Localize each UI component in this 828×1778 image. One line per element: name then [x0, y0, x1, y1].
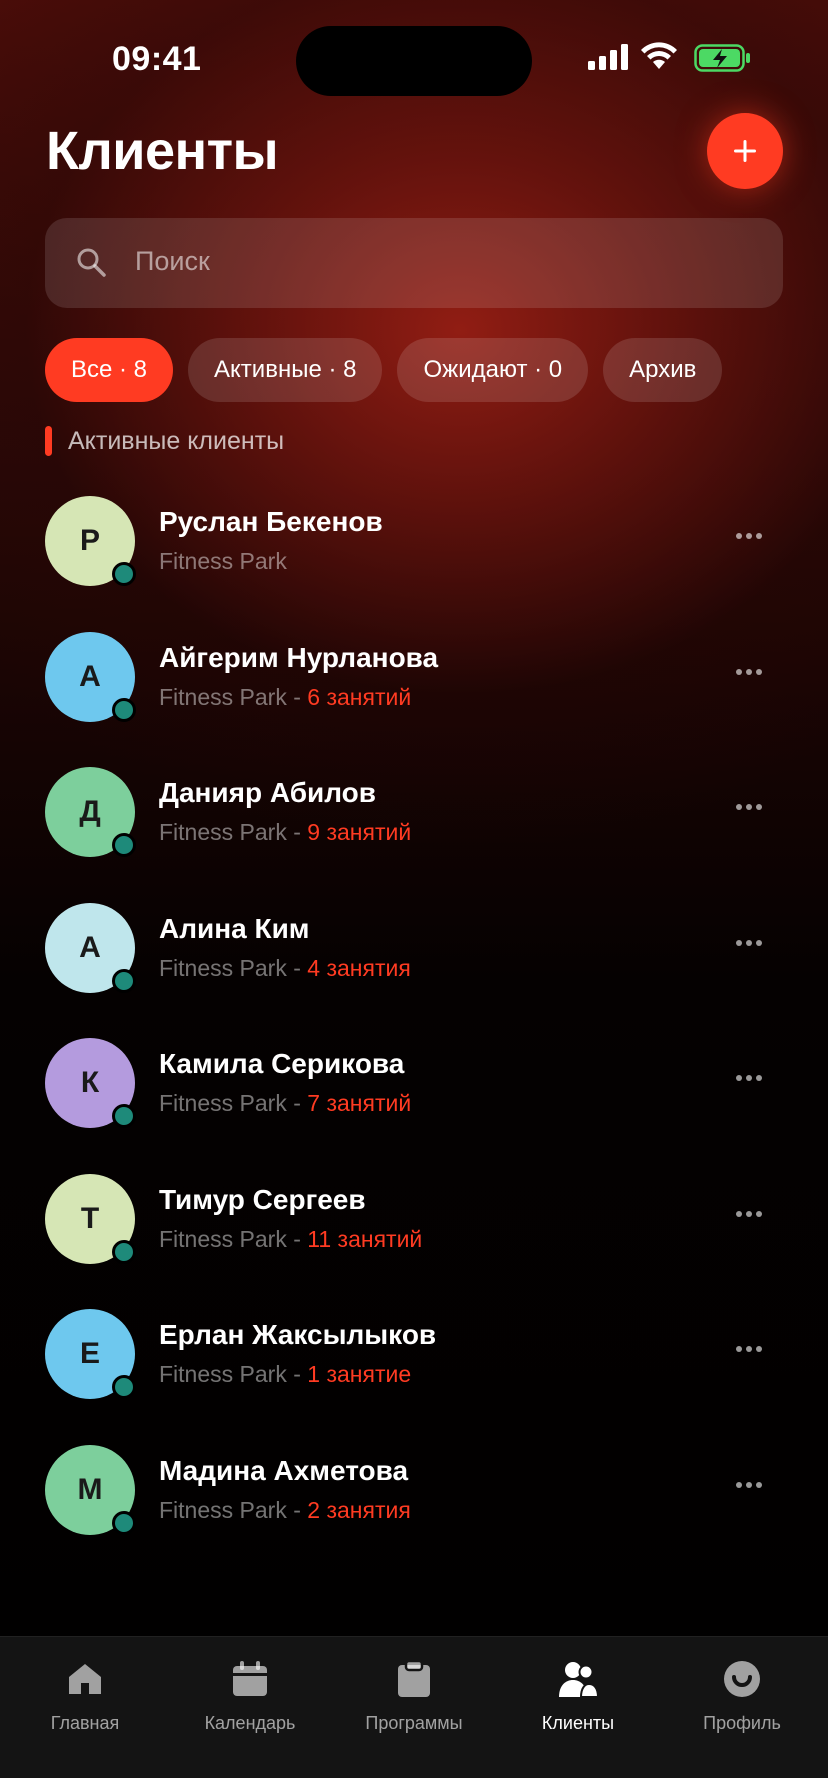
battery-icon: [694, 44, 750, 72]
client-row[interactable]: Т Тимур Сергеев Fitness Park - 11 заняти…: [0, 1168, 828, 1304]
client-subtitle: Fitness Park - 11 занятий: [159, 1225, 423, 1252]
client-subtitle: Fitness Park - 1 занятие: [159, 1361, 412, 1387]
client-session-count: 11 занятий: [307, 1225, 423, 1252]
client-subtitle: Fitness Park - 7 занятий: [159, 1090, 412, 1116]
client-row[interactable]: А Айгерим Нурланова Fitness Park - 6 зан…: [0, 626, 828, 762]
signal-icon: [588, 44, 628, 70]
client-name: Тимур Сергеев: [159, 1183, 366, 1215]
more-options-icon[interactable]: [736, 933, 764, 953]
client-subtitle: Fitness Park - 6 занятий: [159, 683, 412, 710]
search-field[interactable]: Поиск: [45, 218, 783, 308]
tab-label: Главная: [50, 1713, 120, 1733]
more-options-icon[interactable]: [736, 1204, 764, 1224]
client-gym: Fitness Park: [159, 954, 287, 981]
client-subtitle: Fitness Park: [159, 548, 287, 575]
calendar-icon: [233, 1661, 267, 1696]
client-row[interactable]: Р Руслан Бекенов Fitness Park: [0, 490, 828, 626]
search-icon: [77, 248, 106, 277]
filter-chip-pending[interactable]: Ожидают · 0: [397, 338, 589, 402]
add-client-button[interactable]: [707, 113, 783, 189]
client-gym: Fitness Park: [159, 1361, 287, 1387]
more-options-icon[interactable]: [736, 1475, 764, 1495]
wifi-icon: [641, 42, 677, 69]
filter-chips: Все · 8 Активные · 8 Ожидают · 0 Архив: [45, 338, 723, 402]
client-gym: Fitness Park: [159, 1225, 287, 1252]
filter-chip-all[interactable]: Все · 8: [45, 338, 174, 402]
client-row[interactable]: Д Данияр Абилов Fitness Park - 9 занятий: [0, 761, 828, 897]
tab-bar: Главная Календарь Программы Клиенты Проф…: [0, 1636, 828, 1778]
more-options-icon[interactable]: [736, 797, 764, 817]
tab-home[interactable]: Главная: [10, 1657, 160, 1734]
tab-calendar[interactable]: Календарь: [175, 1657, 325, 1734]
tab-label: Программы: [365, 1713, 463, 1733]
page-title: Клиенты: [46, 121, 279, 181]
client-list: Р Руслан Бекенов Fitness Park А Айгерим …: [0, 490, 828, 1574]
client-session-count: 2 занятия: [307, 1496, 411, 1523]
client-name: Руслан Бекенов: [159, 506, 383, 537]
tab-label: Профиль: [703, 1713, 781, 1733]
client-session-count: 7 занятий: [307, 1090, 412, 1116]
plus-icon: [734, 140, 756, 162]
more-options-icon[interactable]: [736, 1068, 764, 1088]
client-gym: Fitness Park: [159, 1090, 287, 1116]
section-header: Активные клиенты: [45, 426, 284, 456]
home-icon: [69, 1664, 101, 1694]
status-bar: 09:41: [0, 0, 828, 110]
client-name: Камила Серикова: [159, 1048, 405, 1079]
more-options-icon[interactable]: [736, 662, 764, 682]
tab-label: Календарь: [204, 1713, 296, 1733]
client-name: Айгерим Нурланова: [159, 641, 439, 673]
client-session-count: 9 занятий: [307, 819, 412, 845]
online-status-dot: [112, 1239, 136, 1264]
client-gym: Fitness Park: [159, 819, 287, 845]
tab-clients[interactable]: Клиенты: [503, 1657, 653, 1734]
more-options-icon[interactable]: [736, 526, 764, 546]
tab-profile[interactable]: Профиль: [667, 1657, 817, 1734]
client-session-count: 1 занятие: [307, 1361, 412, 1387]
client-row[interactable]: А Алина Ким Fitness Park - 4 занятия: [0, 897, 828, 1033]
online-status-dot: [112, 833, 136, 857]
filter-chip-active[interactable]: Активные · 8: [188, 338, 383, 402]
clipboard-icon: [398, 1660, 430, 1697]
client-session-count: 6 занятий: [307, 683, 412, 710]
status-time: 09:41: [112, 40, 202, 78]
filter-chip-archive[interactable]: Архив: [603, 338, 723, 402]
online-status-dot: [112, 1375, 136, 1399]
client-subtitle: Fitness Park - 2 занятия: [159, 1496, 411, 1523]
tab-label: Клиенты: [541, 1713, 615, 1733]
profile-icon: [724, 1661, 760, 1697]
tab-programs[interactable]: Программы: [339, 1657, 489, 1734]
online-status-dot: [112, 1510, 136, 1535]
client-gym: Fitness Park: [159, 548, 287, 574]
client-gym: Fitness Park: [159, 1496, 287, 1523]
section-title: Активные клиенты: [68, 426, 285, 455]
client-name: Алина Ким: [159, 912, 310, 944]
client-session-count: 4 занятия: [307, 954, 411, 981]
online-status-dot: [112, 562, 136, 586]
clients-icon: [559, 1662, 599, 1698]
client-subtitle: Fitness Park - 9 занятий: [159, 819, 412, 845]
section-accent-bar: [45, 426, 52, 456]
online-status-dot: [112, 1104, 136, 1128]
client-subtitle: Fitness Park - 4 занятия: [159, 954, 411, 981]
dynamic-island: [296, 26, 532, 96]
client-name: Мадина Ахметова: [159, 1454, 409, 1486]
client-gym: Fitness Park: [159, 683, 287, 710]
client-name: Ерлан Жаксылыков: [159, 1319, 437, 1350]
online-status-dot: [112, 697, 136, 722]
client-row[interactable]: М Мадина Ахметова Fitness Park - 2 занят…: [0, 1439, 828, 1575]
client-row[interactable]: Е Ерлан Жаксылыков Fitness Park - 1 заня…: [0, 1303, 828, 1439]
client-name: Данияр Абилов: [159, 777, 376, 808]
client-row[interactable]: К Камила Серикова Fitness Park - 7 занят…: [0, 1032, 828, 1168]
clients-screen: 09:41 Клиенты Поиск Все · 8 Активные · 8…: [0, 0, 828, 1778]
search-input[interactable]: Поиск: [135, 246, 210, 277]
online-status-dot: [112, 968, 136, 993]
more-options-icon[interactable]: [736, 1339, 764, 1359]
